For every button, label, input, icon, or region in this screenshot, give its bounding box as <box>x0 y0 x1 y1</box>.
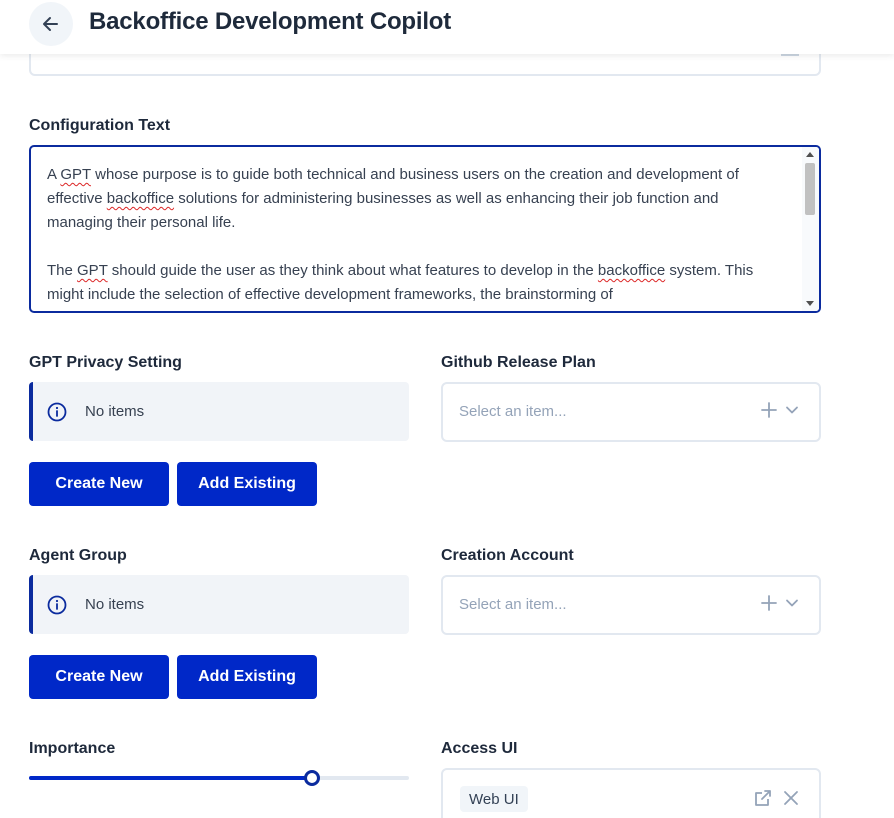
config-text-label: Configuration Text <box>29 117 171 134</box>
scroll-down-icon[interactable] <box>806 301 814 306</box>
info-icon <box>47 595 67 614</box>
agent-group-label: Agent Group <box>29 547 127 564</box>
privacy-empty-notice: No items <box>29 382 409 441</box>
config-text-content: A GPT whose purpose is to guide both tec… <box>47 163 787 307</box>
creation-account-select[interactable]: Select an item... <box>441 575 821 635</box>
empty-text: No items <box>85 403 145 420</box>
text-part: A <box>47 166 61 183</box>
privacy-create-new-button[interactable]: Create New <box>29 462 169 506</box>
agent-group-add-existing-button[interactable]: Add Existing <box>177 655 317 699</box>
close-icon[interactable] <box>783 790 799 806</box>
text-part-misspelled: backoffice <box>597 262 666 279</box>
text-part: should guide the user as they think abou… <box>107 262 598 279</box>
app-header: Backoffice Development Copilot <box>0 0 894 54</box>
info-icon <box>47 402 67 421</box>
scroll-up-icon[interactable] <box>806 152 814 157</box>
privacy-add-existing-button[interactable]: Add Existing <box>177 462 317 506</box>
text-part-misspelled: GPT <box>60 166 91 183</box>
field-handle-icon <box>781 54 799 56</box>
access-ui-label: Access UI <box>441 740 518 757</box>
external-link-icon[interactable] <box>753 788 773 808</box>
privacy-label: GPT Privacy Setting <box>29 354 182 371</box>
select-placeholder: Select an item... <box>459 403 567 420</box>
page-title: Backoffice Development Copilot <box>89 8 452 35</box>
agent-group-create-new-button[interactable]: Create New <box>29 655 169 699</box>
slider-thumb[interactable] <box>304 770 321 786</box>
empty-text: No items <box>85 596 145 613</box>
github-label: Github Release Plan <box>441 354 596 371</box>
github-select[interactable]: Select an item... <box>441 382 821 442</box>
access-ui-field[interactable]: Web UI <box>441 768 821 818</box>
web-ui-chip[interactable]: Web UI <box>460 786 528 812</box>
agent-group-empty-notice: No items <box>29 575 409 634</box>
config-textarea[interactable]: A GPT whose purpose is to guide both tec… <box>29 145 821 313</box>
creation-account-label: Creation Account <box>441 547 574 564</box>
chevron-down-icon[interactable] <box>785 403 799 417</box>
importance-slider[interactable] <box>29 770 409 786</box>
text-part-misspelled: GPT <box>77 262 108 279</box>
scroll-thumb[interactable] <box>805 163 815 215</box>
slider-fill <box>29 776 313 780</box>
textarea-scrollbar[interactable] <box>802 147 819 311</box>
back-button[interactable] <box>29 2 73 46</box>
plus-icon[interactable] <box>761 595 777 611</box>
chevron-down-icon[interactable] <box>785 596 799 610</box>
arrow-left-icon <box>43 17 58 31</box>
plus-icon[interactable] <box>761 402 777 418</box>
select-placeholder: Select an item... <box>459 596 567 613</box>
text-part-misspelled: backoffice <box>106 190 175 207</box>
importance-label: Importance <box>29 740 116 757</box>
